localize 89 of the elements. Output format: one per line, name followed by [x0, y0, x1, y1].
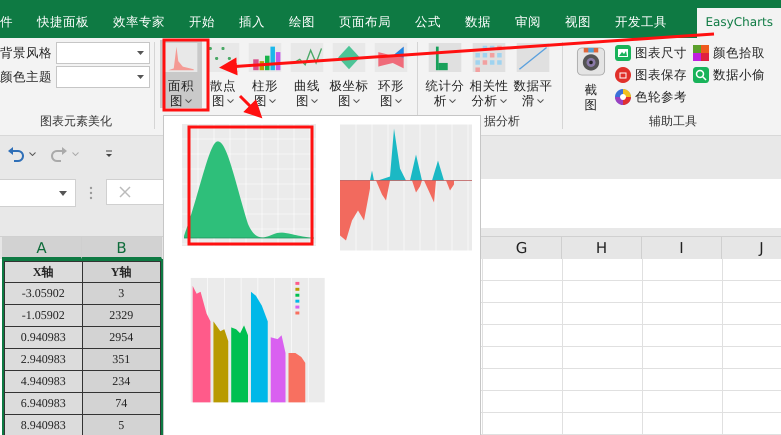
picture-icon: [615, 45, 631, 61]
chart-thumbnail-icon: [332, 43, 366, 72]
column-header[interactable]: A: [2, 237, 82, 259]
chart-thumbnail-icon: [374, 43, 408, 72]
chart-type-button[interactable]: 环形 图: [370, 40, 412, 108]
table-cell: 2954: [82, 327, 161, 349]
caret-icon: [449, 98, 456, 102]
camera-icon: [575, 47, 607, 76]
redo-icon[interactable]: [50, 146, 68, 162]
name-box[interactable]: [0, 179, 76, 207]
dropdown-field[interactable]: [56, 66, 150, 88]
legend-swatches-icon: [295, 282, 300, 314]
ribbon-tab[interactable]: 绘图: [277, 8, 327, 38]
table-cell: Y轴: [82, 261, 161, 283]
analysis-button[interactable]: 数据平 滑: [511, 40, 555, 108]
table-cell: 6.940983: [4, 393, 82, 415]
ribbon-tab[interactable]: 审阅: [503, 8, 553, 38]
table-cell: -1.05902: [4, 305, 82, 327]
ribbon-tab[interactable]: 效率专家: [101, 8, 177, 38]
table-cell: 4.940983: [4, 371, 82, 393]
table-cell: -3.05902: [4, 283, 82, 305]
dropdown-field[interactable]: [56, 42, 150, 64]
caret-icon: [227, 98, 234, 102]
ribbon-tab[interactable]: 件: [0, 8, 25, 38]
ribbon-tab[interactable]: 快捷面板: [25, 8, 101, 38]
caret-icon: [500, 98, 506, 102]
tool-button[interactable]: 图表保存: [615, 66, 687, 84]
close-icon[interactable]: [119, 186, 131, 198]
column-header[interactable]: I: [642, 237, 722, 259]
caret-icon: [137, 51, 144, 55]
column-header[interactable]: B: [82, 237, 162, 259]
caret-icon: [311, 98, 318, 102]
analysis-button[interactable]: 相关性 分析: [467, 40, 511, 108]
drag-handle-icon[interactable]: [89, 186, 93, 200]
column-header[interactable]: J: [722, 237, 781, 259]
color-swatch-icon: [693, 45, 709, 61]
table-cell: 2329: [82, 305, 161, 327]
tool-button[interactable]: 数据小偷: [693, 66, 765, 84]
tool-button[interactable]: 图表尺寸: [615, 44, 687, 62]
ribbon-tab[interactable]: 开始: [177, 8, 227, 38]
tool-button[interactable]: 色轮参考: [615, 88, 687, 106]
undo-icon[interactable]: [7, 146, 25, 162]
chart-thumbnail-icon: [164, 43, 198, 72]
screenshot-button[interactable]: 截 图: [573, 44, 609, 112]
field-label: 颜色主题: [0, 68, 52, 86]
color-wheel-icon: [615, 89, 631, 105]
caret-icon: [137, 75, 144, 79]
caret-icon: [353, 98, 360, 102]
chart-type-button[interactable]: 极坐标 图: [328, 40, 370, 108]
save-icon: [615, 67, 631, 83]
field-label: 背景风格: [0, 44, 52, 62]
table-cell: 5: [82, 415, 161, 435]
table-cell: X轴: [4, 261, 82, 283]
chart-thumbnail-icon: [290, 43, 324, 72]
area-series: [270, 335, 286, 402]
caret-icon: [185, 98, 192, 102]
column-header[interactable]: H: [562, 237, 642, 259]
ribbon-tab[interactable]: 开发工具: [603, 8, 679, 38]
customize-icon[interactable]: [105, 150, 113, 158]
column-header[interactable]: G: [482, 237, 562, 259]
table-cell: 234: [82, 371, 161, 393]
ribbon-tab[interactable]: 插入: [227, 8, 277, 38]
group-title: 图表元素美化: [39, 113, 113, 130]
search-icon: [693, 67, 709, 83]
chart-type-button[interactable]: 曲线 图: [286, 40, 328, 108]
chart-thumbnail-icon: [248, 43, 282, 72]
table-cell: 8.940983: [4, 415, 82, 435]
ribbon-tab[interactable]: 页面布局: [327, 8, 403, 38]
chart-thumbnail-icon: [516, 43, 550, 72]
group-title: 据分析: [483, 113, 521, 130]
table-cell: 3: [82, 283, 161, 305]
caret-icon[interactable]: [29, 152, 36, 156]
ribbon-tab[interactable]: 公式: [403, 8, 453, 38]
tool-button[interactable]: 颜色拾取: [693, 44, 765, 62]
caret-icon: [59, 191, 67, 196]
table-cell: 351: [82, 349, 161, 371]
table-cell: 2.940983: [4, 349, 82, 371]
group-title: 辅助工具: [648, 113, 698, 130]
caret-icon: [395, 98, 402, 102]
caret-icon: [537, 98, 544, 102]
analysis-button[interactable]: 统计分 析: [423, 40, 467, 108]
table-cell: 0.940983: [4, 327, 82, 349]
table-cell: 74: [82, 393, 161, 415]
ribbon-tab[interactable]: 视图: [553, 8, 603, 38]
ribbon-tab[interactable]: 数据: [453, 8, 503, 38]
ribbon-tab[interactable]: EasyCharts: [697, 8, 781, 38]
chart-type-button[interactable]: 面积 图: [160, 40, 202, 108]
caret-icon: [269, 98, 276, 102]
chart-type-button[interactable]: 散点 图: [202, 40, 244, 108]
